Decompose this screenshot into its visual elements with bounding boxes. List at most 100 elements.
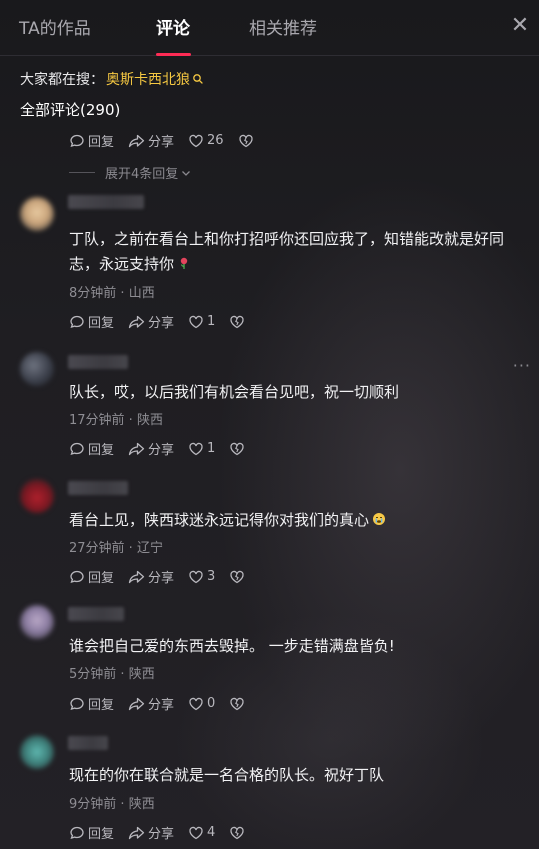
meta-separator: · (116, 286, 129, 301)
heart-icon (189, 315, 203, 328)
dislike-button[interactable] (238, 133, 257, 149)
avatar[interactable] (20, 479, 54, 513)
comment-location: 陕西 (136, 413, 163, 428)
reply-button[interactable]: 回复 (69, 439, 114, 458)
reply-label: 回复 (88, 443, 115, 458)
reply-label: 回复 (88, 698, 115, 713)
tab-comments[interactable]: 评论 (156, 14, 190, 39)
share-button[interactable]: 分享 (128, 131, 174, 150)
share-label: 分享 (148, 443, 175, 458)
search-icon (193, 74, 203, 84)
search-suggestion: 大家都在搜： 奥斯卡西北狼 (20, 69, 204, 89)
like-count: 26 (207, 133, 224, 148)
comment-location: 山西 (128, 286, 155, 301)
username-blurred[interactable] (68, 195, 144, 209)
broken-heart-icon (230, 570, 244, 583)
share-icon (128, 570, 145, 583)
active-tab-indicator (156, 53, 191, 56)
rose-emoji-icon (180, 257, 188, 269)
share-icon (128, 134, 145, 147)
avatar[interactable] (20, 735, 54, 769)
dislike-button[interactable] (229, 569, 248, 585)
share-icon (128, 697, 145, 710)
broken-heart-icon (238, 134, 253, 147)
dislike-button[interactable] (229, 314, 248, 330)
share-label: 分享 (148, 135, 175, 150)
share-icon (128, 315, 145, 328)
like-button[interactable]: 1 (188, 314, 215, 330)
comment-actions: 回复 分享 0 (69, 694, 248, 713)
comment-actions: 回复 分享 1 (69, 439, 248, 458)
comment-time: 9分钟前 (69, 797, 117, 812)
comment-actions: 回复 分享 4 (69, 823, 248, 842)
reply-label: 回复 (88, 827, 115, 842)
reply-icon (70, 315, 84, 328)
comment-text: 队长，哎，以后我们有机会看台见吧，祝一切顺利 (69, 383, 400, 401)
avatar[interactable] (20, 352, 54, 386)
reply-label: 回复 (88, 135, 115, 150)
comment-meta: 17分钟前 · 陕西 (69, 409, 163, 428)
share-label: 分享 (148, 316, 175, 331)
heart-icon (189, 442, 203, 455)
dislike-button[interactable] (229, 696, 248, 712)
comment-meta: 9分钟前 · 陕西 (69, 793, 155, 812)
like-count: 1 (207, 441, 216, 456)
like-button[interactable]: 4 (188, 825, 215, 841)
reply-icon (70, 442, 84, 455)
reply-button[interactable]: 回复 (69, 823, 114, 842)
expand-divider (69, 172, 95, 173)
share-icon (128, 826, 145, 839)
tab-recommendations[interactable]: 相关推荐 (249, 14, 317, 39)
meta-separator: · (116, 667, 129, 682)
like-count: 1 (207, 314, 216, 329)
like-button[interactable]: 1 (188, 441, 215, 457)
expand-replies-button[interactable]: 展开4条回复 (69, 163, 192, 182)
reply-button[interactable]: 回复 (69, 131, 114, 150)
dislike-button[interactable] (229, 441, 248, 457)
more-options-icon[interactable]: ··· (513, 356, 531, 375)
reply-label: 回复 (88, 571, 115, 586)
meta-separator: · (124, 541, 137, 556)
like-button[interactable]: 26 (188, 133, 224, 149)
broken-heart-icon (230, 442, 244, 455)
avatar[interactable] (20, 197, 54, 231)
comment-location: 辽宁 (136, 541, 163, 556)
like-count: 3 (207, 569, 216, 584)
comment-actions: 回复 分享 26 (69, 131, 257, 150)
like-button[interactable]: 3 (188, 569, 215, 585)
avatar[interactable] (20, 605, 54, 639)
tab-works[interactable]: TA的作品 (19, 14, 91, 39)
broken-heart-icon (230, 315, 244, 328)
comment-time: 5分钟前 (69, 667, 117, 682)
share-label: 分享 (148, 827, 175, 842)
username-blurred[interactable] (68, 736, 108, 750)
comment-time: 8分钟前 (69, 286, 117, 301)
username-blurred[interactable] (68, 607, 124, 621)
like-button[interactable]: 0 (188, 696, 215, 712)
comment-actions: 回复 分享 3 (69, 567, 248, 586)
reply-button[interactable]: 回复 (69, 567, 114, 586)
reply-icon (70, 697, 84, 710)
share-button[interactable]: 分享 (128, 567, 174, 586)
comment-meta: 5分钟前 · 陕西 (69, 663, 155, 682)
share-label: 分享 (148, 571, 175, 586)
reply-button[interactable]: 回复 (69, 694, 114, 713)
share-button[interactable]: 分享 (128, 694, 174, 713)
reply-button[interactable]: 回复 (69, 312, 114, 331)
search-term-link[interactable]: 奥斯卡西北狼 (106, 69, 190, 89)
share-button[interactable]: 分享 (128, 312, 174, 331)
comment-text: 谁会把自己爱的东西去毁掉。 一步走错满盘皆负! (69, 637, 395, 655)
username-blurred[interactable] (68, 355, 128, 369)
close-icon[interactable]: ✕ (507, 13, 533, 39)
share-button[interactable]: 分享 (128, 823, 174, 842)
comment-actions: 回复 分享 1 (69, 312, 248, 331)
share-label: 分享 (148, 698, 175, 713)
meta-separator: · (116, 797, 129, 812)
comment-meta: 8分钟前 · 山西 (69, 282, 155, 301)
comment-text: 现在的你在联合就是一名合格的队长。祝好丁队 (69, 766, 385, 784)
dislike-button[interactable] (229, 825, 248, 841)
username-blurred[interactable] (68, 481, 128, 495)
share-button[interactable]: 分享 (128, 439, 174, 458)
expand-replies-label: 展开4条回复 (105, 167, 179, 182)
comment-location: 陕西 (128, 797, 155, 812)
